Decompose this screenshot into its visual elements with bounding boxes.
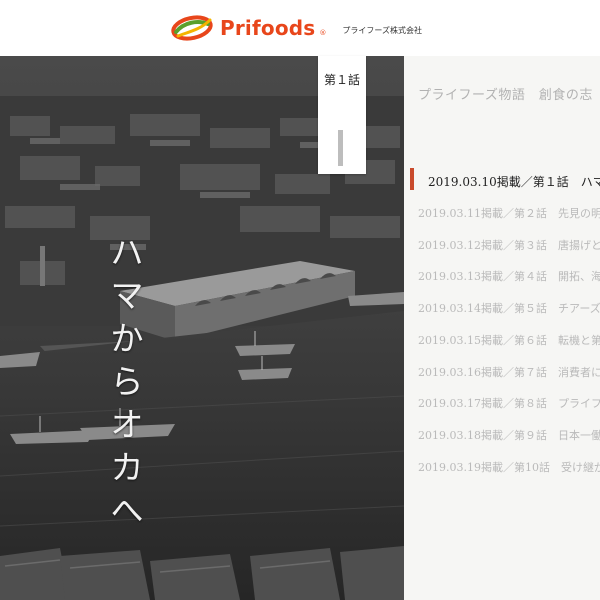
episode-link-4[interactable]: 2019.03.13掲載／第４話 開拓、海を	[418, 268, 600, 284]
episode-link-9[interactable]: 2019.03.18掲載／第９話 日本一働き	[418, 427, 600, 443]
episode-link-6[interactable]: 2019.03.15掲載／第６話 転機と第二	[418, 332, 600, 348]
active-episode-marker	[410, 168, 414, 190]
hero-title: ハマからオカへ	[110, 233, 144, 530]
logo-wordmark: Prifoods	[220, 16, 316, 40]
episode-link-3[interactable]: 2019.03.12掲載／第３話 唐揚げと焼	[418, 237, 600, 253]
episode-label: 第１話	[323, 73, 360, 87]
series-title: プライフーズ物語 創食の志	[418, 88, 593, 103]
episode-link-10[interactable]: 2019.03.19掲載／第10話 受け継がれ	[418, 459, 600, 475]
episode-link-5[interactable]: 2019.03.14掲載／第５話 チアーズ誕	[418, 300, 600, 316]
episode-marker-bar	[338, 130, 343, 166]
prifoods-swirl-logo-icon	[171, 15, 213, 41]
episode-link-2[interactable]: 2019.03.11掲載／第２話 先見の明	[418, 205, 600, 221]
episode-index-panel: プライフーズ物語 創食の志 2019.03.10掲載／第１話 ハマからオカへ 2…	[404, 56, 600, 600]
brand-logo-link[interactable]: Prifoods ® プライフーズ株式会社	[170, 12, 422, 44]
site-header: Prifoods ® プライフーズ株式会社	[0, 0, 600, 57]
registered-mark: ®	[319, 29, 327, 37]
episode-tab: 第１話	[318, 56, 366, 174]
episode-link-8[interactable]: 2019.03.17掲載／第８話 プライフー	[418, 395, 600, 411]
company-name: プライフーズ株式会社	[342, 25, 422, 35]
episode-link-1[interactable]: 2019.03.10掲載／第１話 ハマからオカへ	[428, 173, 600, 190]
episode-link-7[interactable]: 2019.03.16掲載／第７話 消費者に向	[418, 364, 600, 380]
